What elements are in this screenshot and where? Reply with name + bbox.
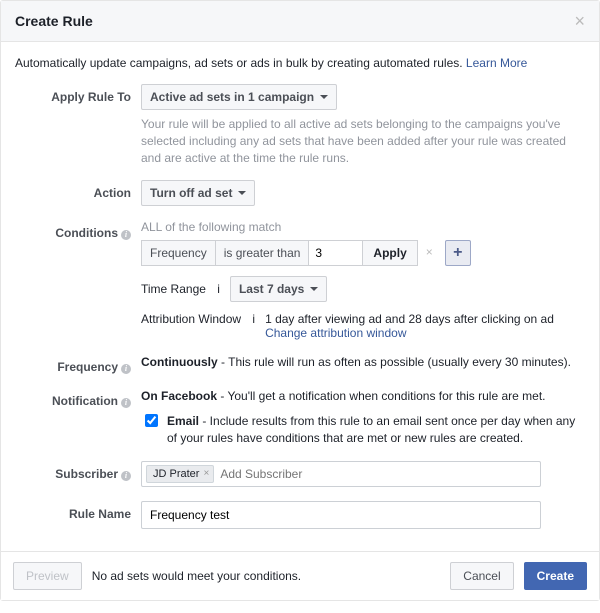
modal-title: Create Rule (15, 13, 93, 29)
preview-button[interactable]: Preview (13, 562, 82, 590)
condition-apply-button[interactable]: Apply (363, 240, 417, 266)
chevron-down-icon (320, 95, 328, 99)
subscriber-token: JD Prater × (146, 465, 214, 483)
subscriber-add-input[interactable] (218, 466, 536, 482)
time-range-value: Last 7 days (239, 282, 304, 296)
add-condition-button[interactable]: + (445, 240, 471, 266)
info-icon: i (252, 312, 255, 326)
label-conditions: Conditionsi (15, 220, 141, 240)
attribution-window-label: Attribution Window (141, 312, 241, 326)
time-range-label: Time Range (141, 282, 206, 296)
preview-message: No ad sets would meet your conditions. (92, 569, 301, 583)
apply-rule-to-dropdown[interactable]: Active ad sets in 1 campaign (141, 84, 337, 110)
conditions-all-match: ALL of the following match (141, 220, 585, 234)
close-icon[interactable]: × (574, 14, 585, 28)
intro-copy: Automatically update campaigns, ad sets … (15, 56, 466, 70)
label-action: Action (15, 180, 141, 200)
notification-email-desc: Email - Include results from this rule t… (167, 413, 585, 447)
cancel-button[interactable]: Cancel (450, 562, 513, 590)
email-checkbox[interactable] (145, 414, 158, 427)
condition-remove-icon[interactable]: × (418, 240, 441, 266)
attribution-window-text: 1 day after viewing ad and 28 days after… (265, 312, 554, 326)
info-icon: i (121, 364, 131, 374)
label-apply-rule-to: Apply Rule To (15, 84, 141, 104)
remove-token-icon[interactable]: × (203, 468, 209, 479)
frequency-desc: Continuously - This rule will run as oft… (141, 354, 585, 371)
modal-header: Create Rule × (1, 1, 599, 42)
intro-text: Automatically update campaigns, ad sets … (15, 56, 585, 70)
notification-onfb: On Facebook - You'll get a notification … (141, 388, 585, 405)
rule-name-input[interactable] (141, 501, 541, 529)
chevron-down-icon (238, 191, 246, 195)
info-icon: i (217, 282, 220, 296)
subscriber-input[interactable]: JD Prater × (141, 461, 541, 487)
condition-metric-select[interactable]: Frequency (141, 240, 216, 266)
create-button[interactable]: Create (524, 562, 587, 590)
learn-more-link[interactable]: Learn More (466, 56, 527, 70)
apply-rule-to-hint: Your rule will be applied to all active … (141, 116, 585, 166)
label-subscriber: Subscriberi (15, 461, 141, 481)
action-value: Turn off ad set (150, 186, 232, 200)
info-icon: i (121, 471, 131, 481)
label-notification: Notificationi (15, 388, 141, 408)
condition-operator-select[interactable]: is greater than (216, 240, 310, 266)
change-attribution-link[interactable]: Change attribution window (265, 326, 406, 340)
chevron-down-icon (310, 287, 318, 291)
label-rule-name: Rule Name (15, 501, 141, 521)
condition-value-input[interactable] (309, 240, 363, 266)
info-icon: i (121, 230, 131, 240)
label-frequency: Frequencyi (15, 354, 141, 374)
apply-rule-to-value: Active ad sets in 1 campaign (150, 90, 314, 104)
info-icon: i (121, 398, 131, 408)
action-dropdown[interactable]: Turn off ad set (141, 180, 255, 206)
time-range-dropdown[interactable]: Last 7 days (230, 276, 327, 302)
frequency-value: Continuously (141, 355, 218, 369)
